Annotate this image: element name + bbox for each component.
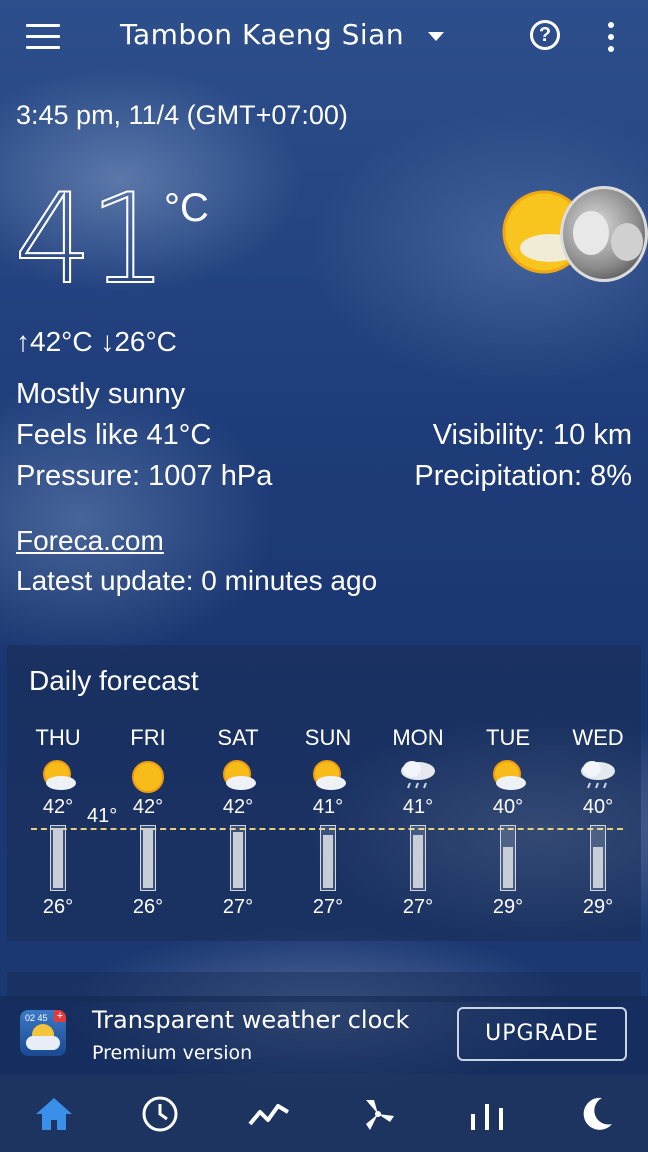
promo-banner[interactable]: 02 45 + Transparent weather clock Premiu… [0, 996, 648, 1074]
high-temp: 42°C [30, 326, 93, 357]
more-vert-icon[interactable] [608, 22, 616, 58]
day-name: SUN [304, 725, 352, 750]
avatar[interactable] [560, 186, 648, 282]
day-name: WED [572, 725, 624, 750]
temp-range-bar [500, 825, 516, 891]
graph-icon[interactable] [247, 1092, 291, 1136]
daily-forecast-title: Daily forecast [29, 665, 199, 696]
day-name: FRI [130, 725, 166, 750]
latest-update: Latest update: 0 minutes ago [16, 565, 378, 596]
current-datetime: 3:45 pm, 11/4 (GMT+07:00) [16, 100, 348, 130]
day-low-temp: 27° [402, 896, 434, 918]
day-low-temp: 26° [42, 896, 74, 918]
bottom-nav [0, 1074, 648, 1152]
partly-cloudy-icon [313, 760, 346, 790]
upgrade-button[interactable]: UPGRADE [457, 1007, 627, 1061]
foreca-link[interactable]: Foreca.com [16, 525, 164, 557]
arrow-up-icon: ↑ [16, 326, 30, 357]
day-high-temp: 42° [132, 796, 164, 818]
partly-cloudy-icon [223, 760, 256, 790]
temperature-unit: °C [164, 186, 209, 230]
day-low-temp: 27° [312, 896, 344, 918]
temp-range-bar [230, 825, 246, 891]
day-name: MON [392, 725, 444, 750]
arrow-down-icon: ↓ [100, 326, 115, 357]
forecast-day-sun[interactable]: SUN [293, 725, 363, 793]
top-bar: Tambon Kaeng Sian ? [0, 0, 648, 76]
day-low-temp: 27° [222, 896, 254, 918]
day-low-temp: 26° [132, 896, 164, 918]
day-low-temp: 29° [492, 896, 524, 918]
forecast-day-wed[interactable]: WED [563, 725, 633, 791]
temp-range-bar [590, 825, 606, 891]
daily-forecast-panel[interactable]: Daily forecast 41° THU 42° 26° FRI 42° 26° SAT… [7, 645, 641, 941]
day-high-temp: 41° [312, 796, 344, 818]
feels-like: Feels like 41°C [16, 419, 212, 451]
day-high-temp: 40° [492, 796, 524, 818]
forecast-day-thu[interactable]: THU [23, 725, 93, 793]
promo-subtitle: Premium version [92, 1042, 253, 1064]
rain-cloud-icon [401, 761, 435, 789]
visibility: Visibility: 10 km [432, 419, 632, 451]
day-name: THU [35, 725, 81, 750]
day-high-temp: 40° [582, 796, 614, 818]
low-temp: 26°C [114, 326, 177, 357]
app-icon: 02 45 + [20, 1010, 66, 1056]
rain-cloud-icon [581, 761, 615, 789]
wind-icon[interactable] [356, 1092, 400, 1136]
condition-text: Mostly sunny [16, 378, 186, 410]
promo-title: Transparent weather clock [92, 1006, 410, 1034]
forecast-day-sat[interactable]: SAT [203, 725, 273, 793]
day-low-temp: 29° [582, 896, 614, 918]
current-temperature: 41 [13, 168, 169, 312]
help-icon[interactable]: ? [530, 20, 560, 50]
forecast-day-mon[interactable]: MON [383, 725, 453, 791]
bar-chart-icon[interactable] [465, 1092, 509, 1136]
day-high-temp: 42° [222, 796, 254, 818]
temp-range-bar [320, 825, 336, 891]
forecast-day-fri[interactable]: FRI [113, 725, 183, 795]
home-icon[interactable] [32, 1092, 76, 1136]
chevron-down-icon[interactable] [428, 32, 444, 41]
precipitation: Precipitation: 8% [414, 460, 632, 492]
day-name: SAT [217, 725, 259, 750]
sunny-icon [132, 761, 164, 793]
moon-icon[interactable] [574, 1092, 618, 1136]
day-name: TUE [486, 725, 530, 750]
menu-icon[interactable] [26, 24, 60, 50]
temp-range-bar [50, 825, 66, 891]
clock-icon[interactable] [138, 1092, 182, 1136]
day-high-temp: 42° [42, 796, 74, 818]
pressure: Pressure: 1007 hPa [16, 460, 273, 492]
high-low-temps: ↑42°C ↓26°C [16, 326, 177, 358]
day-high-temp: 41° [402, 796, 434, 818]
location-title[interactable]: Tambon Kaeng Sian [120, 18, 404, 51]
partly-cloudy-icon [493, 760, 526, 790]
partly-cloudy-icon [43, 760, 76, 790]
temp-range-bar [140, 825, 156, 891]
temp-range-bar [410, 825, 426, 891]
forecast-day-tue[interactable]: TUE [473, 725, 543, 793]
